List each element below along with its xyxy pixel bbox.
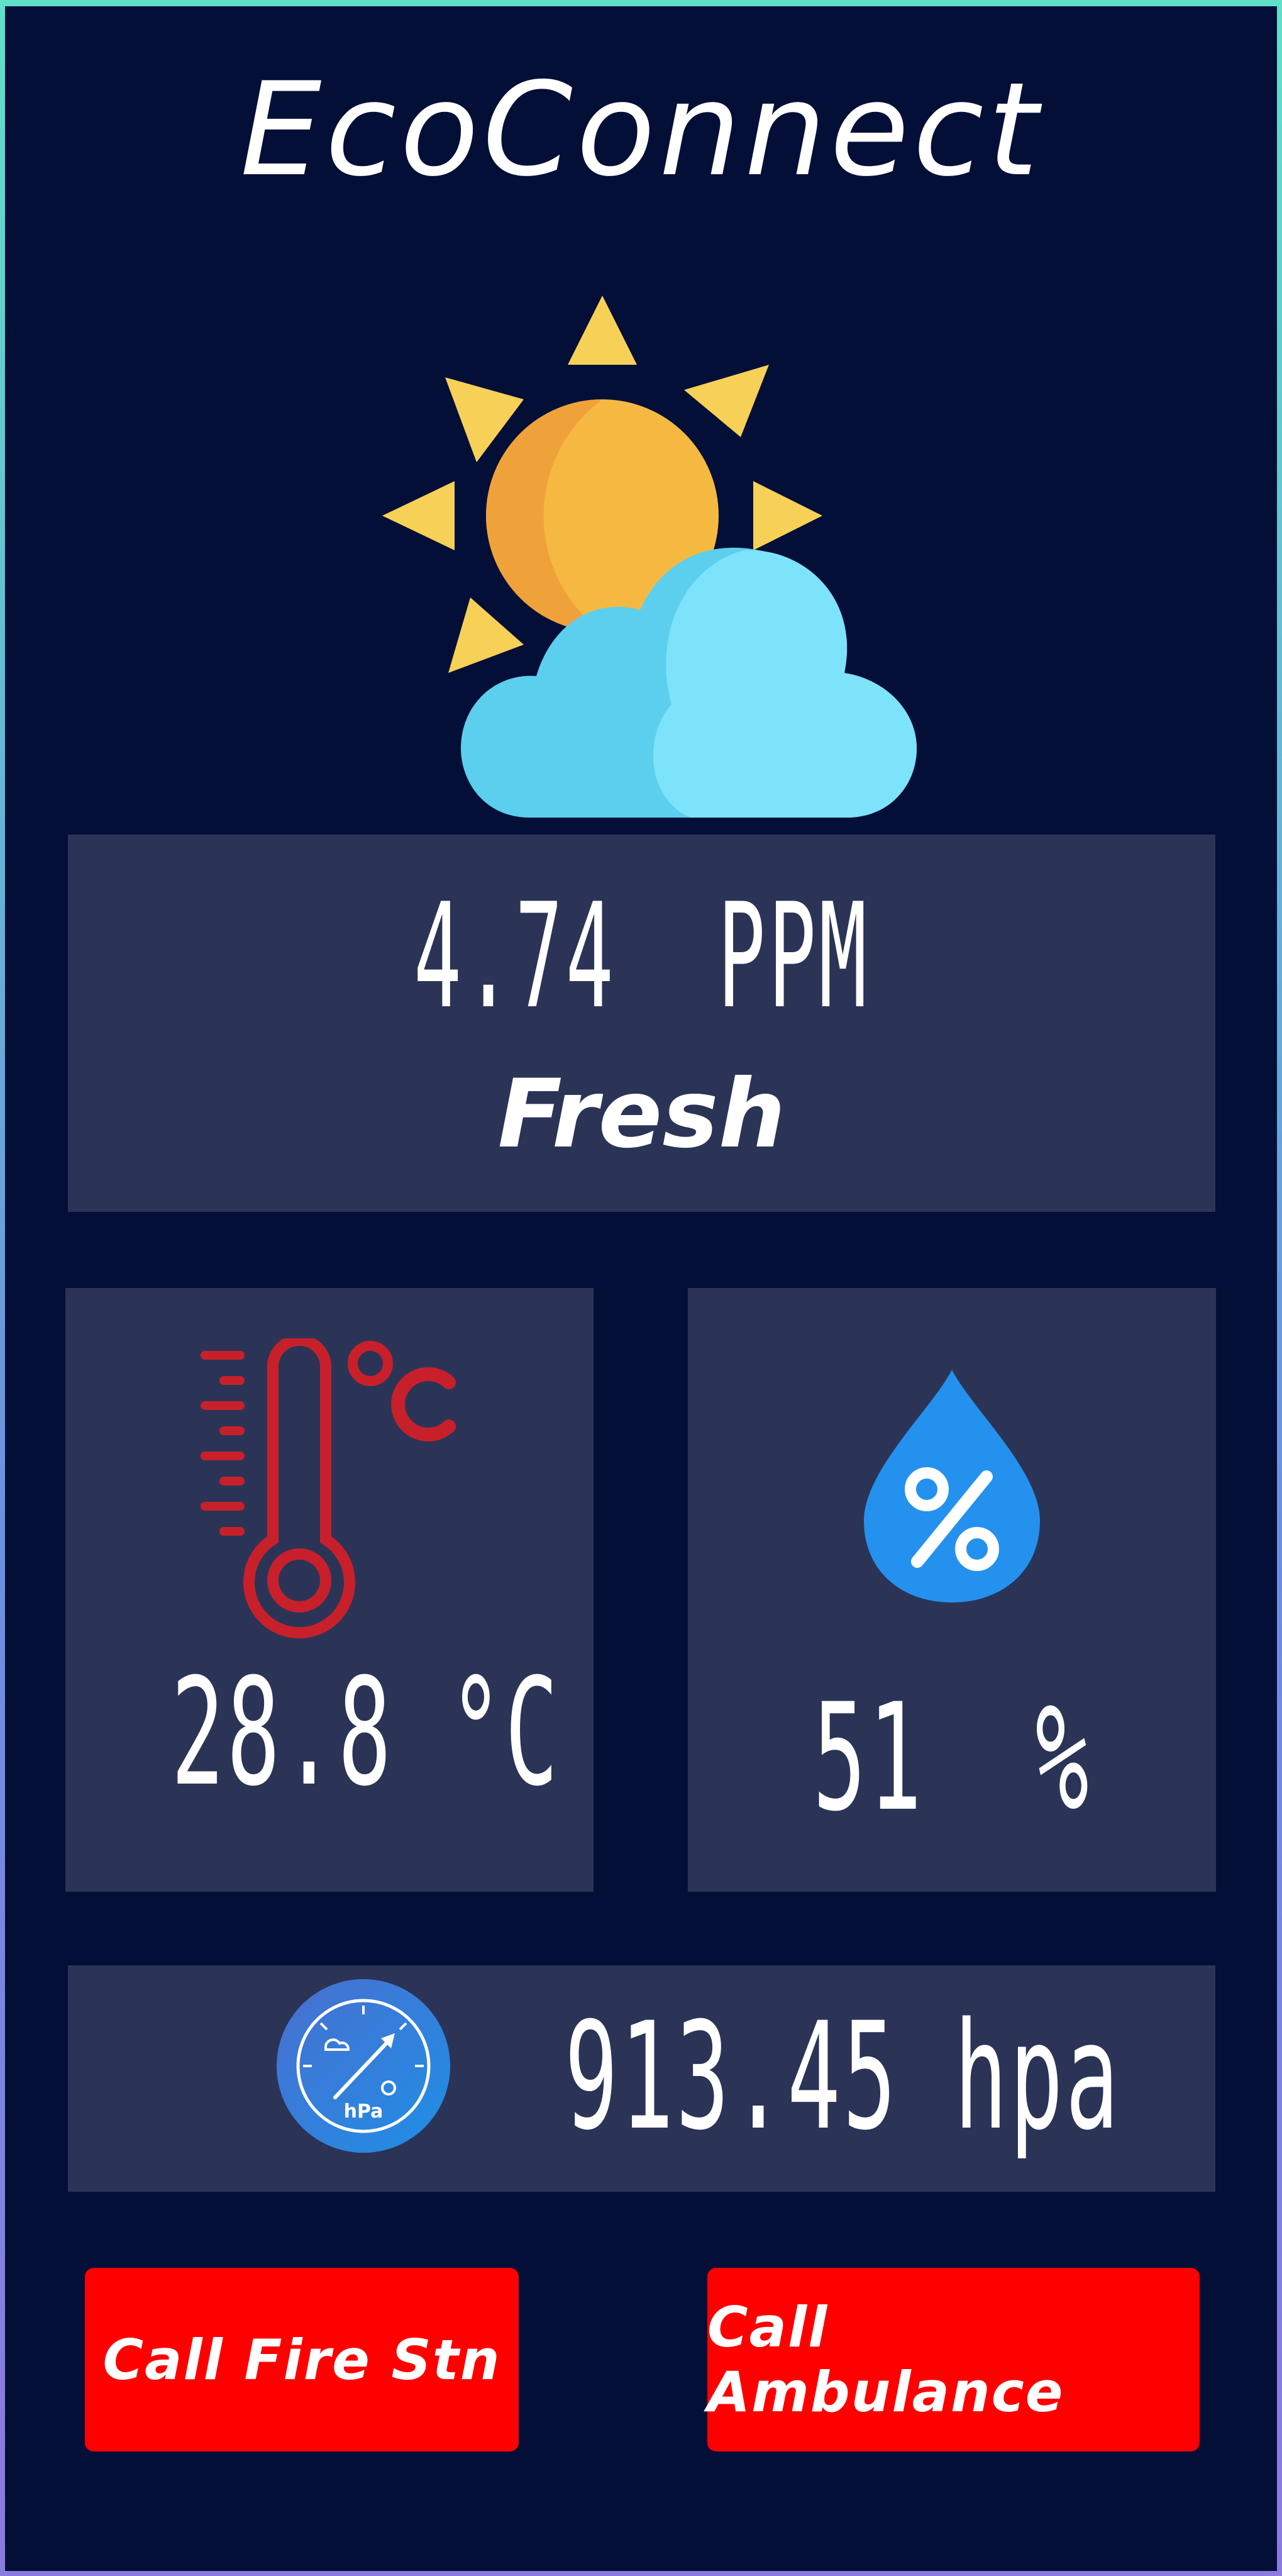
app-screen: EcoConnect 4.74 PPM Fresh 28.8 °C 51 % h…: [5, 6, 1277, 2571]
call-ambulance-button[interactable]: Call Ambulance: [707, 2268, 1200, 2451]
call-fire-station-button[interactable]: Call Fire Stn: [85, 2268, 519, 2451]
partly-cloudy-icon: [382, 296, 917, 818]
humidity-value: 51 %: [812, 1672, 1091, 1844]
temperature-card: 28.8 °C: [65, 1288, 594, 1892]
pressure-value: 913.45 hpa: [565, 1991, 1121, 2163]
humidity-drop-icon: [864, 1370, 1040, 1602]
barometer-unit-label: hPa: [344, 2101, 384, 2123]
thermometer-celsius-icon: [201, 1338, 456, 1639]
temperature-value: 28.8 °C: [171, 1647, 561, 1819]
humidity-card: 51 %: [688, 1288, 1216, 1892]
air-quality-status: Fresh: [497, 1060, 786, 1169]
air-quality-value: 4.74 PPM: [413, 873, 870, 1041]
air-quality-card: 4.74 PPM Fresh: [68, 835, 1215, 1212]
pressure-card: hPa 913.45 hpa: [68, 1965, 1215, 2192]
barometer-gauge-icon: hPa: [277, 1979, 450, 2153]
app-title: EcoConnect: [240, 55, 1042, 205]
